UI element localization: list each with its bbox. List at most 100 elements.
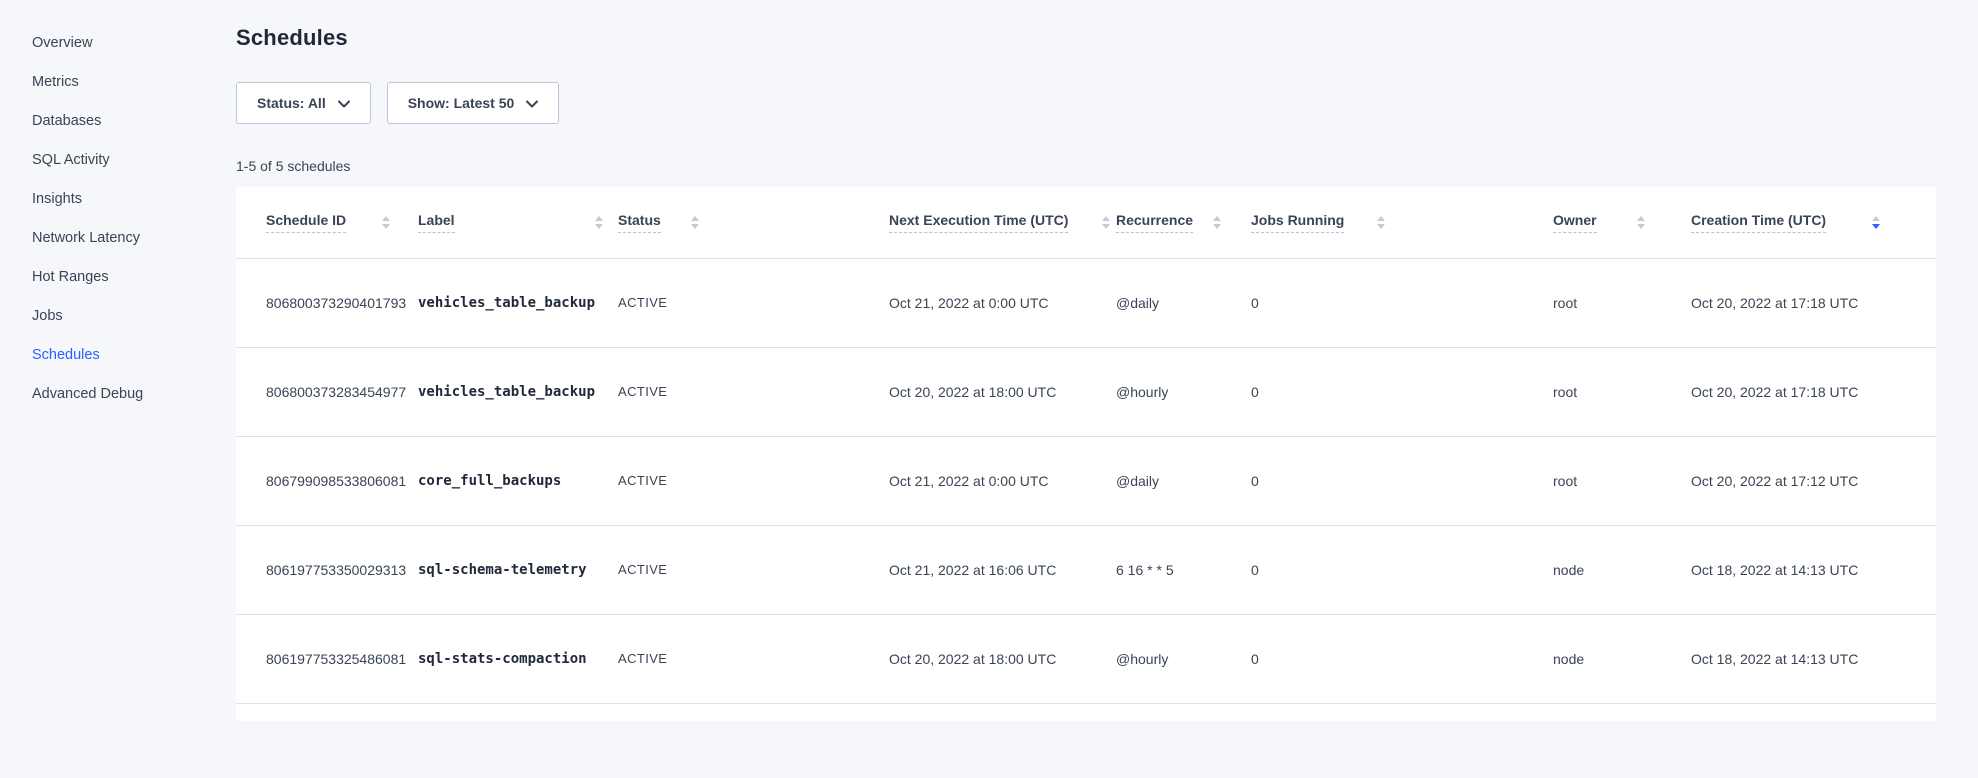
cell-label: core_full_backups (418, 436, 618, 525)
table-row: 806799098533806081core_full_backupsACTIV… (236, 436, 1936, 525)
main-content: Schedules Status: All Show: Latest 50 1-… (230, 0, 1978, 778)
table-row: 806197753350029313sql-schema-telemetryAC… (236, 525, 1936, 614)
results-count: 1-5 of 5 schedules (236, 158, 1936, 175)
sort-icon[interactable] (1637, 216, 1645, 229)
show-filter-label: Show: Latest 50 (408, 95, 515, 111)
cell-next-execution-time: Oct 20, 2022 at 18:00 UTC (889, 614, 1116, 703)
sort-desc-arrow (1637, 224, 1645, 229)
column-label: Schedule ID (266, 212, 346, 233)
sidebar-item-insights[interactable]: Insights (0, 180, 230, 219)
column-label: Jobs Running (1251, 212, 1344, 233)
column-header-creation-time-utc[interactable]: Creation Time (UTC) (1691, 187, 1936, 258)
cell-jobs-running: 0 (1251, 525, 1553, 614)
sort-icon[interactable] (1377, 216, 1385, 229)
sidebar-item-schedules[interactable]: Schedules (0, 336, 230, 375)
sort-asc-arrow (1377, 216, 1385, 221)
sort-icon[interactable] (595, 216, 603, 229)
sort-icon[interactable] (1872, 216, 1880, 229)
sidebar-item-overview[interactable]: Overview (0, 24, 230, 63)
cell-owner: root (1553, 347, 1691, 436)
sidebar: OverviewMetricsDatabasesSQL ActivityInsi… (0, 0, 230, 778)
column-header-recurrence[interactable]: Recurrence (1116, 187, 1251, 258)
column-label: Status (618, 212, 661, 233)
column-label: Creation Time (UTC) (1691, 212, 1826, 233)
cell-creation-time: Oct 18, 2022 at 14:13 UTC (1691, 525, 1936, 614)
sidebar-item-sql-activity[interactable]: SQL Activity (0, 141, 230, 180)
sort-icon[interactable] (691, 216, 699, 229)
status-filter-dropdown[interactable]: Status: All (236, 82, 371, 124)
column-header-label[interactable]: Label (418, 187, 618, 258)
sidebar-item-jobs[interactable]: Jobs (0, 297, 230, 336)
cell-creation-time: Oct 20, 2022 at 17:12 UTC (1691, 436, 1936, 525)
column-label: Recurrence (1116, 212, 1193, 233)
cell-jobs-running: 0 (1251, 258, 1553, 347)
sidebar-item-databases[interactable]: Databases (0, 102, 230, 141)
cell-owner: root (1553, 258, 1691, 347)
chevron-down-icon (338, 100, 350, 108)
column-header-owner[interactable]: Owner (1553, 187, 1691, 258)
sidebar-item-hot-ranges[interactable]: Hot Ranges (0, 258, 230, 297)
column-label: Next Execution Time (UTC) (889, 212, 1068, 233)
cell-creation-time: Oct 18, 2022 at 14:13 UTC (1691, 614, 1936, 703)
cell-label: vehicles_table_backup (418, 258, 618, 347)
sort-desc-arrow (1102, 224, 1110, 229)
sidebar-item-metrics[interactable]: Metrics (0, 63, 230, 102)
cell-label: sql-stats-compaction (418, 614, 618, 703)
sort-desc-arrow (382, 224, 390, 229)
table-row: 806800373283454977vehicles_table_backupA… (236, 347, 1936, 436)
cell-next-execution-time: Oct 21, 2022 at 0:00 UTC (889, 436, 1116, 525)
page-title: Schedules (236, 24, 1936, 52)
cell-owner: node (1553, 525, 1691, 614)
sort-desc-arrow (691, 224, 699, 229)
sort-asc-arrow (1213, 216, 1221, 221)
sort-desc-arrow (1872, 224, 1880, 229)
cell-schedule-id: 806800373290401793 (236, 258, 418, 347)
status-filter-label: Status: All (257, 95, 326, 111)
sort-asc-arrow (1102, 216, 1110, 221)
cell-jobs-running: 0 (1251, 347, 1553, 436)
cell-status: ACTIVE (618, 347, 889, 436)
cell-owner: node (1553, 614, 1691, 703)
cell-schedule-id: 806197753350029313 (236, 525, 418, 614)
cell-schedule-id: 806197753325486081 (236, 614, 418, 703)
sort-icon[interactable] (382, 216, 390, 229)
sort-asc-arrow (382, 216, 390, 221)
cell-recurrence: 6 16 * * 5 (1116, 525, 1251, 614)
cell-creation-time: Oct 20, 2022 at 17:18 UTC (1691, 347, 1936, 436)
table-row: 806800373290401793vehicles_table_backupA… (236, 258, 1936, 347)
cell-recurrence: @hourly (1116, 614, 1251, 703)
show-filter-dropdown[interactable]: Show: Latest 50 (387, 82, 560, 124)
column-header-next-execution-time-utc[interactable]: Next Execution Time (UTC) (889, 187, 1116, 258)
sort-desc-arrow (1213, 224, 1221, 229)
sort-asc-arrow (595, 216, 603, 221)
cell-recurrence: @daily (1116, 436, 1251, 525)
sort-asc-arrow (1872, 216, 1880, 221)
sidebar-item-network-latency[interactable]: Network Latency (0, 219, 230, 258)
cell-next-execution-time: Oct 20, 2022 at 18:00 UTC (889, 347, 1116, 436)
cell-schedule-id: 806799098533806081 (236, 436, 418, 525)
table-header-row: Schedule ID LabelStatus Next Execution Tim… (236, 187, 1936, 258)
column-header-schedule-id[interactable]: Schedule ID (236, 187, 418, 258)
cell-schedule-id: 806800373283454977 (236, 347, 418, 436)
sort-asc-arrow (691, 216, 699, 221)
sort-asc-arrow (1637, 216, 1645, 221)
cell-jobs-running: 0 (1251, 614, 1553, 703)
sidebar-item-advanced-debug[interactable]: Advanced Debug (0, 375, 230, 414)
cell-owner: root (1553, 436, 1691, 525)
column-header-status[interactable]: Status (618, 187, 889, 258)
cell-recurrence: @daily (1116, 258, 1251, 347)
cell-jobs-running: 0 (1251, 436, 1553, 525)
schedules-table-card: Schedule ID LabelStatus Next Execution Tim… (236, 187, 1936, 721)
cell-status: ACTIVE (618, 258, 889, 347)
cell-status: ACTIVE (618, 525, 889, 614)
sort-icon[interactable] (1213, 216, 1221, 229)
sort-icon[interactable] (1102, 216, 1110, 229)
chevron-down-icon (526, 100, 538, 108)
app-window: OverviewMetricsDatabasesSQL ActivityInsi… (0, 0, 1978, 778)
column-label: Owner (1553, 212, 1597, 233)
cell-label: sql-schema-telemetry (418, 525, 618, 614)
schedules-table: Schedule ID LabelStatus Next Execution Tim… (236, 187, 1936, 704)
column-header-jobs-running[interactable]: Jobs Running (1251, 187, 1553, 258)
cell-status: ACTIVE (618, 614, 889, 703)
filter-bar: Status: All Show: Latest 50 (236, 82, 1936, 124)
